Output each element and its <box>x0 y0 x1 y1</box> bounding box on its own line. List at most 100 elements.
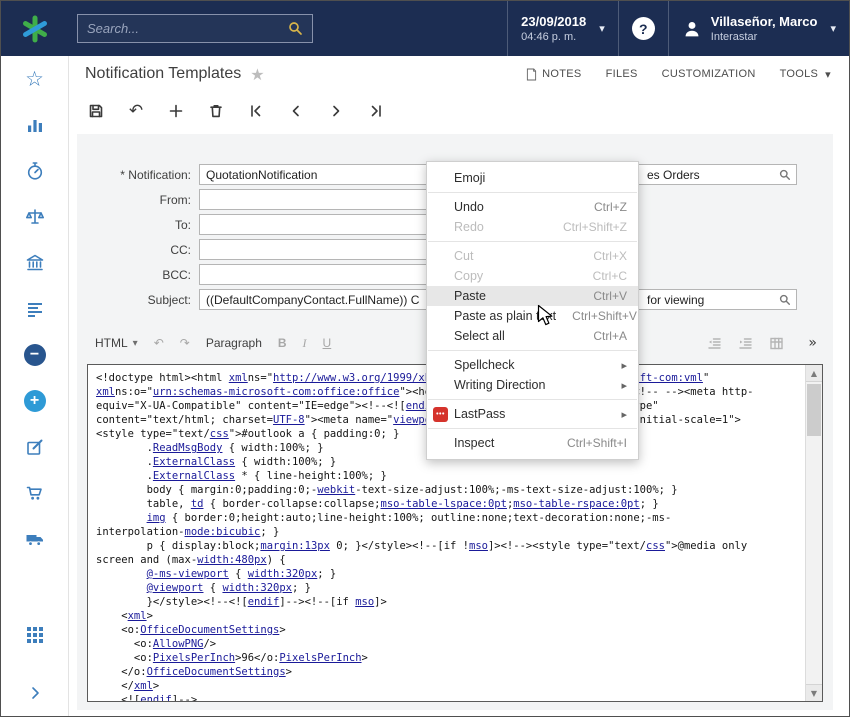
editor-scrollbar[interactable]: ▲ ▼ <box>805 365 822 701</box>
scroll-up-button[interactable]: ▲ <box>806 365 822 382</box>
bank-icon <box>25 253 45 273</box>
page-header: Notification Templates ★ NOTES FILES CUS… <box>69 56 849 92</box>
time-text: 04:46 p. m. <box>521 30 586 44</box>
menu-item-label: Cut <box>454 249 577 263</box>
menu-shortcut: Ctrl+Z <box>594 200 627 214</box>
date-text: 23/09/2018 <box>521 14 586 30</box>
scrollbar-thumb[interactable] <box>807 384 821 436</box>
user-company: Interastar <box>711 30 818 44</box>
menu-item-label: Inspect <box>454 436 551 450</box>
menu-item-inspect[interactable]: InspectCtrl+Shift+I <box>427 433 638 453</box>
help-icon: ? <box>632 17 655 40</box>
user-menu[interactable]: Villaseñor, Marco Interastar ▾ <box>668 1 849 56</box>
tools-label: TOOLS <box>780 68 819 80</box>
plus-circle-icon: + <box>24 390 46 412</box>
save-icon <box>88 103 104 119</box>
app-logo[interactable] <box>1 1 69 56</box>
menu-item-label: Redo <box>454 220 547 234</box>
add-new-button[interactable] <box>159 97 193 125</box>
stopwatch-icon <box>25 161 45 181</box>
to-label: To: <box>87 218 199 232</box>
menu-item-cut: Cut Ctrl+X <box>427 246 638 266</box>
sidebar-item-finance[interactable] <box>1 240 68 286</box>
go-first-button[interactable] <box>239 97 273 125</box>
sidebar-item-sales[interactable] <box>1 470 68 516</box>
notes-link[interactable]: NOTES <box>526 68 581 81</box>
sidebar-expand-button[interactable] <box>1 670 68 716</box>
scroll-down-button[interactable]: ▼ <box>806 684 822 701</box>
sidebar-item-dashboards[interactable] <box>1 102 68 148</box>
menu-separator <box>428 192 637 193</box>
magnifier-icon[interactable] <box>779 294 791 306</box>
menu-item-lastpass[interactable]: •••LastPass▸ <box>427 404 638 424</box>
editor-undo-button: ↶ <box>146 331 172 355</box>
html-mode-dropdown[interactable]: HTML ▾ <box>87 331 146 355</box>
go-last-icon <box>368 103 384 119</box>
sidebar-item-compose[interactable] <box>1 424 68 470</box>
files-link[interactable]: FILES <box>606 68 638 80</box>
menu-shortcut: Ctrl+C <box>593 269 627 283</box>
search-input[interactable] <box>87 21 288 36</box>
customization-link[interactable]: CUSTOMIZATION <box>662 68 756 80</box>
menu-item-undo[interactable]: UndoCtrl+Z <box>427 197 638 217</box>
from-label: From: <box>87 193 199 207</box>
menu-item-label: Paste <box>454 289 577 303</box>
datetime-selector[interactable]: 23/09/2018 04:46 p. m. ▾ <box>507 1 618 56</box>
sidebar-item-shipping[interactable] <box>1 516 68 562</box>
menu-item-emoji[interactable]: Emoji <box>427 168 638 188</box>
menu-separator <box>428 399 637 400</box>
trash-icon <box>208 103 224 119</box>
menu-item-paste[interactable]: PasteCtrl+V <box>427 286 638 306</box>
menu-item-copy: Copy Ctrl+C <box>427 266 638 286</box>
go-previous-button[interactable] <box>279 97 313 125</box>
sidebar-item-remove[interactable]: − <box>1 332 68 378</box>
sidebar-item-favorites[interactable]: ☆ <box>1 56 68 102</box>
menu-item-spellcheck[interactable]: Spellcheck▸ <box>427 355 638 375</box>
toolbar-more-button[interactable]: » <box>802 335 823 351</box>
menu-shortcut: Ctrl+Shift+Z <box>563 220 627 234</box>
delete-button[interactable] <box>199 97 233 125</box>
tools-menu[interactable]: TOOLS ▾ <box>780 68 831 81</box>
bar-chart-icon <box>25 115 45 135</box>
menu-item-select-all[interactable]: Select allCtrl+A <box>427 326 638 346</box>
favorite-star-icon[interactable]: ★ <box>250 65 264 84</box>
customization-label: CUSTOMIZATION <box>662 68 756 80</box>
screen-value: es Orders <box>647 168 700 182</box>
redo-icon: ↷ <box>180 336 190 350</box>
compose-icon <box>25 437 45 457</box>
sidebar-item-lists[interactable] <box>1 286 68 332</box>
record-toolbar: ↶ <box>69 92 849 130</box>
menu-item-label: Select all <box>454 329 577 343</box>
indent-icon <box>738 336 753 351</box>
menu-item-writing-direction[interactable]: Writing Direction▸ <box>427 375 638 395</box>
cc-label: CC: <box>87 243 199 257</box>
save-button[interactable] <box>79 97 113 125</box>
viewing-value: for viewing <box>647 293 704 307</box>
search-icon[interactable] <box>288 21 303 36</box>
menu-item-label: Emoji <box>454 171 611 185</box>
editor-redo-button: ↷ <box>172 331 198 355</box>
go-last-button[interactable] <box>359 97 393 125</box>
menu-item-paste-as-plain-text[interactable]: Paste as plain textCtrl+Shift+V <box>427 306 638 326</box>
cancel-button[interactable]: ↶ <box>119 97 153 125</box>
indent-button <box>730 331 761 355</box>
bold-button: B <box>270 331 295 355</box>
subject-label: Subject: <box>87 293 199 307</box>
topbar: 23/09/2018 04:46 p. m. ▾ ? Villaseñor, M… <box>1 1 849 56</box>
magnifier-icon[interactable] <box>779 169 791 181</box>
go-next-button[interactable] <box>319 97 353 125</box>
header-links: NOTES FILES CUSTOMIZATION TOOLS ▾ <box>526 68 831 81</box>
sidebar-item-time[interactable] <box>1 148 68 194</box>
context-menu: Emoji UndoCtrl+Z Redo Ctrl+Shift+Z Cut Ctrl+X… <box>426 161 639 460</box>
sidebar-item-apps[interactable] <box>1 612 68 658</box>
menu-shortcut: Ctrl+X <box>593 249 627 263</box>
sidebar-item-add[interactable]: + <box>1 378 68 424</box>
help-button[interactable]: ? <box>618 1 668 56</box>
menu-item-redo: Redo Ctrl+Shift+Z <box>427 217 638 237</box>
chevron-down-icon: ▾ <box>599 22 605 35</box>
paragraph-dropdown[interactable]: Paragraph <box>198 331 270 355</box>
paragraph-label: Paragraph <box>206 336 262 350</box>
menu-shortcut: Ctrl+Shift+V <box>572 309 637 323</box>
sidebar-item-legal[interactable] <box>1 194 68 240</box>
menu-item-label: Copy <box>454 269 577 283</box>
